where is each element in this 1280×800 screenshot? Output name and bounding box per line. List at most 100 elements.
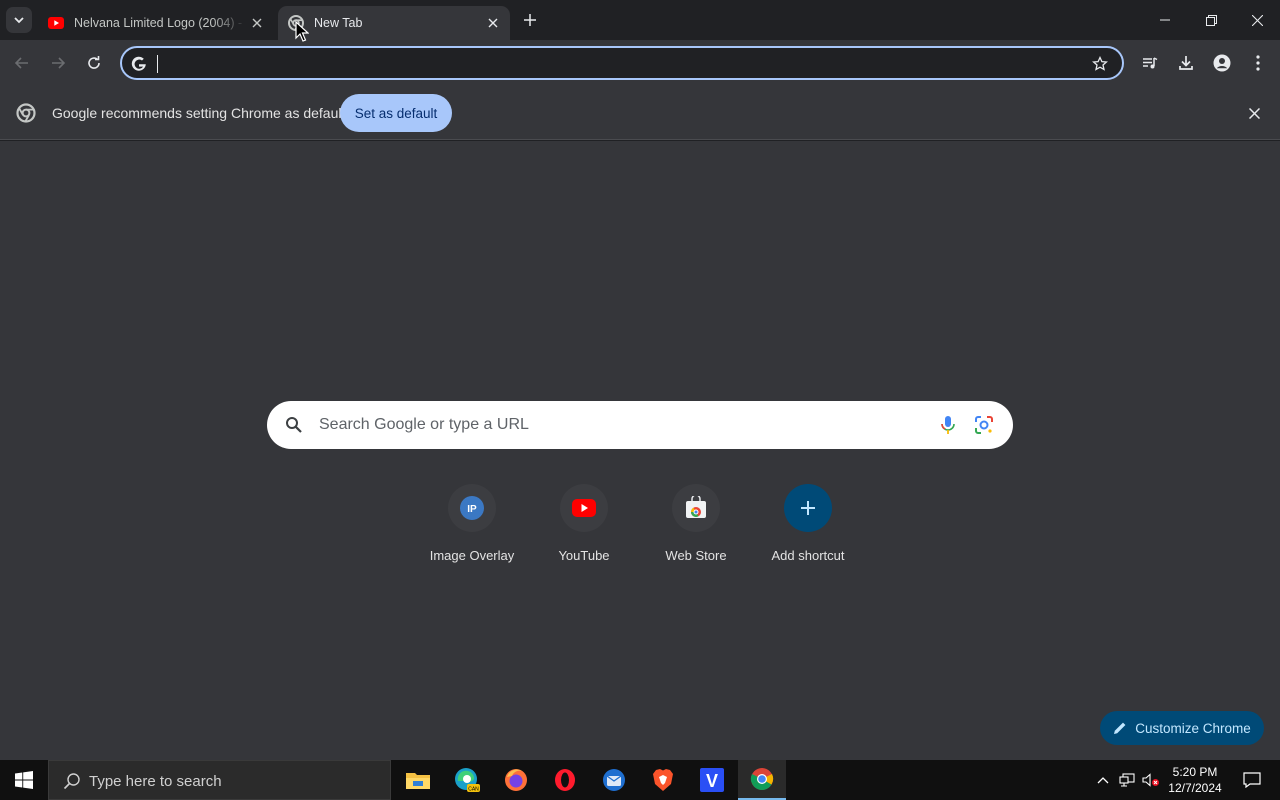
- tab-title: New Tab: [314, 16, 363, 30]
- shortcut-youtube[interactable]: YouTube: [528, 481, 640, 581]
- google-lens-icon: [975, 416, 993, 434]
- notification-icon: [1243, 772, 1261, 788]
- system-clock[interactable]: 5:20 PM 12/7/2024: [1162, 764, 1228, 796]
- close-icon: [252, 18, 262, 28]
- svg-text:CAN: CAN: [468, 786, 479, 792]
- action-center-button[interactable]: [1232, 760, 1272, 800]
- shortcut-tile: [560, 484, 608, 532]
- taskbar-app-firefox[interactable]: [492, 760, 540, 800]
- search-placeholder: Search Google or type a URL: [319, 416, 529, 433]
- tab-youtube[interactable]: Nelvana Limited Logo (2004) - YouTube: [38, 6, 274, 40]
- microphone-icon: [941, 416, 955, 434]
- network-icon: [1119, 773, 1135, 787]
- restore-button[interactable]: [1188, 0, 1234, 40]
- taskbar-app-thunderbird[interactable]: [590, 760, 638, 800]
- close-icon: [1251, 14, 1263, 26]
- shortcut-label: Web Store: [665, 548, 727, 563]
- youtube-icon: [48, 15, 64, 31]
- bookmark-star-icon: [1092, 56, 1108, 71]
- taskbar-search-box[interactable]: Type here to search: [48, 760, 391, 800]
- profile-icon: [1213, 54, 1231, 72]
- set-as-default-button[interactable]: Set as default: [340, 94, 452, 132]
- taskbar-app-opera[interactable]: [541, 760, 589, 800]
- voice-search-button[interactable]: [937, 414, 959, 436]
- taskbar-app-brave[interactable]: [639, 760, 687, 800]
- address-bar[interactable]: [120, 46, 1124, 80]
- tab-strip: Nelvana Limited Logo (2004) - YouTube Ne…: [0, 0, 1280, 40]
- taskbar-app-file-explorer[interactable]: [394, 760, 442, 800]
- menu-button[interactable]: [1242, 47, 1274, 79]
- shortcut-web-store[interactable]: Web Store: [640, 481, 752, 581]
- show-hidden-icons-button[interactable]: [1092, 760, 1114, 800]
- forward-button[interactable]: [42, 47, 74, 79]
- close-icon: [488, 18, 498, 28]
- opera-icon: [555, 769, 575, 791]
- shortcut-add[interactable]: Add shortcut: [752, 481, 864, 581]
- ntp-search-box[interactable]: Search Google or type a URL: [267, 401, 1013, 449]
- forward-icon: [52, 57, 66, 69]
- shortcut-label: Add shortcut: [771, 548, 845, 563]
- bookmark-star-button[interactable]: [1090, 54, 1110, 74]
- shortcut-label: YouTube: [558, 548, 610, 563]
- back-button[interactable]: [6, 47, 38, 79]
- chrome-icon: [16, 103, 36, 123]
- download-button[interactable]: [1170, 47, 1202, 79]
- network-button[interactable]: [1116, 760, 1138, 800]
- image-overlay-icon: IP: [460, 496, 484, 520]
- windows-taskbar: Type here to search CAN V 5:20 PM 12/7/2…: [0, 760, 1280, 800]
- close-window-button[interactable]: [1234, 0, 1280, 40]
- tab-close-button[interactable]: [482, 12, 504, 34]
- shortcut-tile: [784, 484, 832, 532]
- media-control-button[interactable]: [1134, 47, 1166, 79]
- chevron-up-icon: [1097, 777, 1109, 784]
- customize-label: Customize Chrome: [1135, 720, 1251, 736]
- start-button[interactable]: [0, 760, 48, 800]
- close-icon: [1248, 107, 1260, 119]
- vivaldi-icon: V: [700, 768, 724, 792]
- menu-icon: [1256, 55, 1260, 71]
- tab-close-button[interactable]: [246, 12, 268, 34]
- search-icon: [63, 773, 80, 790]
- tab-search-button[interactable]: [6, 7, 32, 33]
- infobar-message: Google recommends setting Chrome as defa…: [52, 105, 346, 121]
- toolbar: [0, 40, 1280, 86]
- lens-search-button[interactable]: [973, 414, 995, 436]
- download-icon: [1179, 56, 1193, 70]
- plus-icon: [801, 501, 815, 515]
- clock-time: 5:20 PM: [1172, 765, 1218, 779]
- minimize-button[interactable]: [1142, 0, 1188, 40]
- edge-canary-icon: CAN: [455, 768, 480, 792]
- restore-icon: [1205, 14, 1217, 26]
- tab-title: Nelvana Limited Logo (2004) - YouTube: [74, 16, 246, 30]
- text-caret: [157, 55, 158, 73]
- customize-chrome-button[interactable]: Customize Chrome: [1100, 711, 1264, 745]
- youtube-icon: [572, 499, 596, 517]
- taskbar-app-chrome[interactable]: [738, 760, 786, 800]
- mouse-cursor-icon: [295, 21, 309, 42]
- web-store-icon: [686, 496, 706, 518]
- new-tab-button[interactable]: [518, 8, 542, 32]
- default-browser-infobar: Google recommends setting Chrome as defa…: [0, 86, 1280, 140]
- taskbar-app-edge-canary[interactable]: CAN: [443, 760, 491, 800]
- infobar-close-button[interactable]: [1244, 103, 1264, 123]
- search-icon: [286, 417, 302, 433]
- shortcut-image-overlay[interactable]: IP Image Overlay: [416, 481, 528, 581]
- profile-button[interactable]: [1206, 47, 1238, 79]
- thunderbird-icon: [603, 769, 625, 791]
- volume-muted-icon: [1142, 773, 1159, 787]
- brave-icon: [653, 769, 673, 791]
- pencil-icon: [1114, 722, 1126, 734]
- media-control-icon: [1143, 57, 1158, 69]
- shortcut-tile: IP: [448, 484, 496, 532]
- svg-text:IP: IP: [467, 504, 477, 515]
- svg-text:V: V: [706, 771, 718, 791]
- new-tab-page: Search Google or type a URL IP Image Ove…: [0, 141, 1280, 760]
- shortcut-label: Image Overlay: [429, 548, 515, 563]
- clock-date: 12/7/2024: [1168, 781, 1222, 795]
- reload-button[interactable]: [78, 47, 110, 79]
- firefox-icon: [505, 769, 527, 791]
- tab-new-tab[interactable]: New Tab: [278, 6, 510, 40]
- taskbar-app-vivaldi[interactable]: V: [688, 760, 736, 800]
- address-input[interactable]: [162, 54, 1062, 74]
- volume-button[interactable]: [1140, 760, 1162, 800]
